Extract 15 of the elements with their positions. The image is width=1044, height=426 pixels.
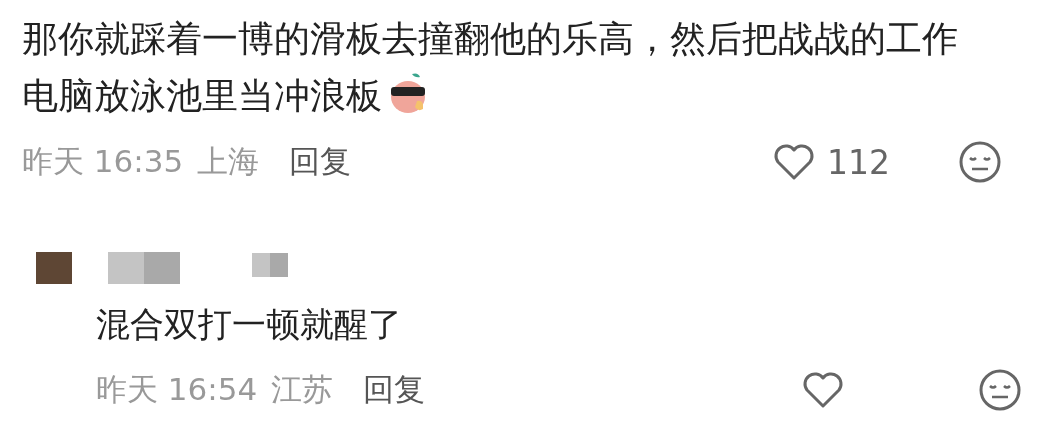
blurred-badge <box>252 253 288 277</box>
heart-icon[interactable] <box>773 143 815 181</box>
face-icon[interactable] <box>978 368 1022 412</box>
comment-time: 昨天 16:35 <box>22 142 184 181</box>
reply-link[interactable]: 回复 <box>363 369 426 411</box>
blurred-username <box>108 252 180 284</box>
face-icon[interactable] <box>958 140 1002 184</box>
reply-link[interactable]: 回复 <box>289 141 352 183</box>
heart-icon[interactable] <box>802 371 844 409</box>
reply-time: 昨天 16:54 <box>96 370 258 409</box>
comment-text: 那你就踩着一博的滑板去撞翻他的乐高，然后把战战的工作电脑放泳池里当冲浪板 <box>22 17 959 118</box>
comment-location: 上海 <box>197 142 260 181</box>
reply-text: 混合双打一顿就醒了 <box>96 303 403 346</box>
reply-location: 江苏 <box>271 370 334 409</box>
like-count: 112 <box>827 142 890 182</box>
